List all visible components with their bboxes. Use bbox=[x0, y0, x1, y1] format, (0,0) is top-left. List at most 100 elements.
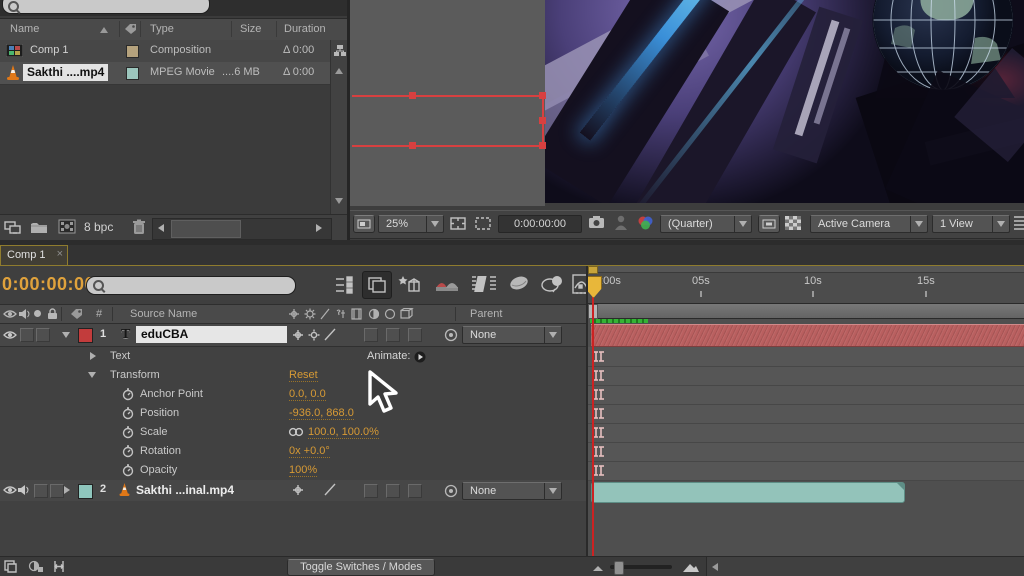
comp-timecode[interactable]: 0:00:00:00 bbox=[498, 215, 582, 233]
property-scale[interactable]: Scale 100.0, 100.0% bbox=[0, 423, 586, 443]
frame-blend-switch[interactable] bbox=[386, 484, 400, 498]
new-folder-icon[interactable] bbox=[30, 220, 48, 234]
project-vertical-scrollbar[interactable] bbox=[330, 40, 348, 214]
selection-bounds-top[interactable] bbox=[352, 95, 543, 97]
fast-previews-icon[interactable] bbox=[758, 215, 780, 233]
quality-switch-icon[interactable] bbox=[324, 483, 336, 496]
time-ruler[interactable]: 0:00s 05s 10s 15s bbox=[588, 266, 1024, 304]
composition-pasteboard[interactable] bbox=[350, 0, 545, 206]
magnification-dropdown[interactable]: 25% bbox=[378, 215, 444, 233]
layer-expander-icon[interactable] bbox=[64, 486, 70, 494]
effects-switch[interactable] bbox=[364, 328, 378, 342]
video-eye-icon[interactable] bbox=[3, 330, 17, 340]
new-composition-icon[interactable] bbox=[58, 219, 76, 234]
collapse-rasterize-switch-icon[interactable] bbox=[324, 328, 336, 341]
motion-blur-switch[interactable] bbox=[408, 328, 422, 342]
layer-name[interactable]: Sakthi ...inal.mp4 bbox=[136, 483, 234, 497]
timeline-horizontal-scrollbar[interactable] bbox=[706, 557, 1024, 576]
lock-switch[interactable] bbox=[50, 484, 64, 498]
adjustment-capsule-icon[interactable] bbox=[508, 275, 530, 292]
bit-depth-button[interactable]: 8 bpc bbox=[84, 220, 113, 234]
stopwatch-icon[interactable] bbox=[122, 445, 134, 458]
stopwatch-icon[interactable] bbox=[122, 464, 134, 477]
scroll-left-icon[interactable] bbox=[712, 563, 718, 571]
parent-dropdown-layer1[interactable]: None bbox=[462, 326, 562, 344]
anchor-point-value[interactable]: 0.0, 0.0 bbox=[289, 388, 326, 401]
property-anchor-point[interactable]: Anchor Point 0.0, 0.0 bbox=[0, 385, 586, 405]
flowchart-icon[interactable] bbox=[334, 45, 346, 56]
expand-transfer-controls-icon[interactable] bbox=[28, 560, 44, 573]
parent-dropdown-layer2[interactable]: None bbox=[462, 482, 562, 500]
expand-inout-columns-icon[interactable] bbox=[52, 560, 66, 573]
project-horizontal-scrollbar[interactable] bbox=[152, 218, 332, 240]
position-value[interactable]: -936.0, 868.0 bbox=[289, 407, 354, 420]
group-expander-icon[interactable] bbox=[88, 372, 96, 378]
anchor-switch-icon[interactable] bbox=[292, 329, 304, 341]
property-opacity[interactable]: Opacity 100% bbox=[0, 461, 586, 481]
stopwatch-icon[interactable] bbox=[122, 388, 134, 401]
comp-mini-flowchart-icon[interactable] bbox=[334, 276, 356, 294]
scale-value[interactable]: 100.0, 100.0% bbox=[308, 426, 379, 439]
interpret-footage-icon[interactable] bbox=[4, 221, 21, 234]
transparency-grid-icon[interactable] bbox=[784, 215, 802, 231]
lock-switch[interactable] bbox=[36, 328, 50, 342]
selection-bounds-bottom[interactable] bbox=[352, 145, 543, 147]
selection-handle[interactable] bbox=[539, 92, 546, 99]
snapshot-camera-icon[interactable] bbox=[588, 215, 605, 229]
work-area-bar[interactable] bbox=[588, 304, 1024, 319]
constrain-proportions-link-icon[interactable] bbox=[288, 427, 304, 437]
toggle-switches-modes-button[interactable]: Toggle Switches / Modes bbox=[287, 559, 435, 576]
group-expander-icon[interactable] bbox=[90, 352, 96, 360]
layer2-duration-bar[interactable] bbox=[591, 482, 905, 503]
property-group-transform[interactable]: Transform Reset bbox=[0, 366, 586, 386]
property-group-text[interactable]: Text Animate: bbox=[0, 347, 586, 367]
scroll-left-icon[interactable] bbox=[158, 224, 164, 232]
camera-view-dropdown[interactable]: Active Camera bbox=[810, 215, 928, 233]
scroll-right-icon[interactable] bbox=[316, 224, 322, 232]
layer1-duration-bar[interactable] bbox=[591, 324, 1024, 347]
expand-layer-switches-icon[interactable] bbox=[4, 560, 19, 573]
animate-menu-icon[interactable] bbox=[414, 351, 426, 363]
property-position[interactable]: Position -936.0, 868.0 bbox=[0, 404, 586, 424]
timeline-zoom-slider[interactable] bbox=[610, 565, 672, 569]
layer-name-selected[interactable]: eduCBA bbox=[136, 326, 287, 343]
region-of-interest-icon[interactable] bbox=[474, 216, 492, 231]
project-search-input[interactable] bbox=[2, 0, 210, 14]
column-duration[interactable]: Duration bbox=[284, 23, 326, 35]
anchor-switch-icon[interactable] bbox=[292, 484, 304, 496]
column-size[interactable]: Size bbox=[240, 23, 261, 35]
quality-switch-icon[interactable] bbox=[308, 329, 320, 341]
stopwatch-icon[interactable] bbox=[122, 426, 134, 439]
timeline-timecode[interactable]: 0:00:00:00 bbox=[2, 274, 95, 295]
video-eye-icon[interactable] bbox=[3, 485, 17, 495]
always-preview-icon[interactable] bbox=[353, 215, 375, 233]
zoom-out-mountain-icon[interactable] bbox=[592, 564, 604, 572]
frame-blend-switch[interactable] bbox=[386, 328, 400, 342]
column-number[interactable]: # bbox=[96, 308, 102, 320]
resolution-dropdown[interactable]: (Quarter) bbox=[660, 215, 752, 233]
zoom-slider-handle[interactable] bbox=[614, 561, 624, 575]
selection-handle[interactable] bbox=[409, 142, 416, 149]
column-source-name[interactable]: Source Name bbox=[130, 308, 197, 320]
time-navigator-handle[interactable] bbox=[588, 266, 598, 274]
safe-zones-icon[interactable] bbox=[449, 216, 467, 231]
effects-switch[interactable] bbox=[364, 484, 378, 498]
scroll-up-icon[interactable] bbox=[335, 68, 343, 74]
solo-switch[interactable] bbox=[34, 484, 48, 498]
frame-blending-icon[interactable] bbox=[434, 275, 460, 293]
property-rotation[interactable]: Rotation 0x +0.0° bbox=[0, 442, 586, 462]
brainstorm-icon[interactable] bbox=[540, 274, 566, 294]
motion-blur-icon[interactable] bbox=[470, 274, 498, 294]
selection-handle[interactable] bbox=[539, 142, 546, 149]
column-parent[interactable]: Parent bbox=[470, 308, 502, 320]
audio-speaker-icon[interactable] bbox=[17, 484, 30, 496]
draft-3d-button[interactable] bbox=[362, 271, 392, 299]
layer-row-2[interactable]: 2 Sakthi ...inal.mp4 None bbox=[0, 480, 586, 502]
parent-pickwhip-icon[interactable] bbox=[444, 484, 458, 498]
parent-pickwhip-icon[interactable] bbox=[444, 328, 458, 342]
scrollbar-thumb[interactable] bbox=[171, 220, 241, 238]
label-color-swatch[interactable] bbox=[126, 45, 139, 58]
zoom-in-mountain-icon[interactable] bbox=[682, 561, 700, 573]
show-channel-icon[interactable] bbox=[636, 214, 654, 231]
transform-reset-link[interactable]: Reset bbox=[289, 369, 318, 382]
